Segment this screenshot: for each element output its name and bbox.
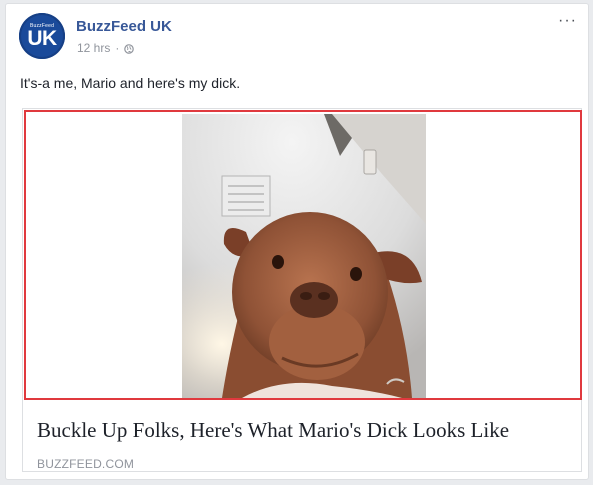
dog-photo[interactable] — [182, 114, 426, 398]
meta-separator: · — [115, 41, 120, 55]
facebook-post: BuzzFeed UK BuzzFeed UK 12 hrs · ··· It'… — [5, 3, 589, 480]
post-timestamp[interactable]: 12 hrs — [77, 41, 110, 55]
link-card-title[interactable]: Buckle Up Folks, Here's What Mario's Dic… — [37, 418, 509, 443]
post-text: It's-a me, Mario and here's my dick. — [20, 75, 241, 91]
link-image-highlight[interactable] — [24, 110, 582, 400]
page-name-link[interactable]: BuzzFeed UK — [76, 18, 172, 35]
link-preview-card[interactable]: Buckle Up Folks, Here's What Mario's Dic… — [22, 108, 582, 472]
more-options-icon[interactable]: ··· — [558, 13, 577, 29]
post-meta: 12 hrs · — [77, 41, 135, 55]
page-avatar[interactable]: BuzzFeed UK — [19, 13, 65, 59]
link-card-domain: BUZZFEED.COM — [37, 457, 135, 471]
avatar-main-text: UK — [27, 27, 57, 50]
globe-icon[interactable] — [124, 43, 135, 54]
